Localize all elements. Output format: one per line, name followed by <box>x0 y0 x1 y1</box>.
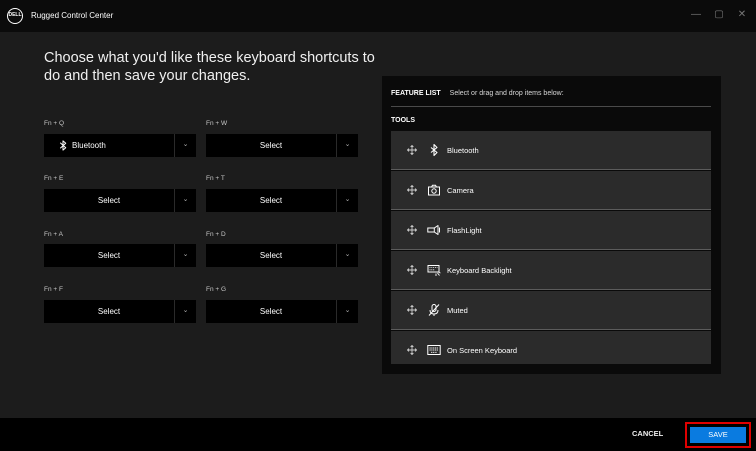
close-button[interactable]: ✕ <box>734 7 750 23</box>
shortcut-label-fn-q: Fn + Q <box>44 120 65 127</box>
tools-section-label: TOOLS <box>391 117 415 124</box>
shortcut-value: Select <box>97 251 121 260</box>
flashlight-icon <box>427 225 440 235</box>
tool-item-on-screen-keyboard[interactable]: On Screen Keyboard <box>391 331 711 364</box>
drag-move-icon[interactable] <box>407 225 417 235</box>
tool-item-keyboard-backlight[interactable]: Keyboard Backlight <box>391 251 711 290</box>
feature-list-panel: FEATURE LIST Select or drag and drop item… <box>382 76 721 374</box>
chevron-down-icon[interactable]: ⌄ <box>175 300 196 323</box>
chevron-down-icon[interactable]: ⌄ <box>175 244 196 267</box>
title-bar: DELL Rugged Control Center — ▢ ✕ <box>0 0 756 32</box>
camera-icon <box>428 184 440 196</box>
tool-label: Camera <box>447 186 474 195</box>
shortcut-select-fn-a[interactable]: Select ⌄ <box>44 244 196 267</box>
feature-list-instruction: Select or drag and drop items below: <box>449 90 564 97</box>
shortcut-label-fn-d: Fn + D <box>206 231 226 238</box>
feature-list-header: FEATURE LIST Select or drag and drop item… <box>391 90 564 97</box>
drag-move-icon[interactable] <box>407 145 417 155</box>
shortcut-value: Select <box>97 307 121 316</box>
shortcut-select-fn-g[interactable]: Select ⌄ <box>206 300 358 323</box>
shortcut-value: Select <box>259 307 283 316</box>
tool-item-bluetooth[interactable]: Bluetooth <box>391 131 711 170</box>
chevron-down-icon[interactable]: ⌄ <box>337 244 358 267</box>
muted-icon <box>428 304 440 316</box>
shortcut-label-fn-t: Fn + T <box>206 175 225 182</box>
tool-item-camera[interactable]: Camera <box>391 171 711 210</box>
cancel-button[interactable]: CANCEL <box>632 429 663 438</box>
chevron-down-icon[interactable]: ⌄ <box>337 134 358 157</box>
shortcut-label-fn-g: Fn + G <box>206 286 227 293</box>
drag-move-icon[interactable] <box>407 185 417 195</box>
drag-move-icon[interactable] <box>407 345 417 355</box>
shortcut-select-fn-w[interactable]: Select ⌄ <box>206 134 358 157</box>
keyboard-backlight-icon <box>427 265 441 276</box>
save-button[interactable]: SAVE <box>690 427 746 443</box>
app-title: Rugged Control Center <box>31 11 114 20</box>
shortcut-select-fn-t[interactable]: Select ⌄ <box>206 189 358 212</box>
tool-label: Keyboard Backlight <box>447 266 512 275</box>
shortcut-value: Bluetooth <box>72 141 106 150</box>
chevron-down-icon[interactable]: ⌄ <box>337 189 358 212</box>
tool-label: FlashLight <box>447 226 482 235</box>
shortcut-value: Select <box>259 196 283 205</box>
chevron-down-icon[interactable]: ⌄ <box>175 189 196 212</box>
shortcut-value: Select <box>259 141 283 150</box>
shortcut-value: Select <box>259 251 283 260</box>
page-heading: Choose what you'd like these keyboard sh… <box>44 50 375 84</box>
shortcut-select-fn-d[interactable]: Select ⌄ <box>206 244 358 267</box>
footer-bar: CANCEL SAVE <box>0 418 756 451</box>
shortcut-select-fn-e[interactable]: Select ⌄ <box>44 189 196 212</box>
shortcut-label-fn-e: Fn + E <box>44 175 64 182</box>
drag-move-icon[interactable] <box>407 265 417 275</box>
tool-label: On Screen Keyboard <box>447 346 518 355</box>
panel-divider <box>391 106 711 107</box>
feature-list-title: FEATURE LIST <box>391 90 441 97</box>
bluetooth-icon <box>430 143 438 157</box>
main-content: Choose what you'd like these keyboard sh… <box>0 32 756 418</box>
minimize-button[interactable]: — <box>688 7 704 23</box>
maximize-button[interactable]: ▢ <box>711 7 727 23</box>
tool-item-muted[interactable]: Muted <box>391 291 711 330</box>
shortcut-label-fn-a: Fn + A <box>44 231 63 238</box>
save-button-highlight: SAVE <box>685 422 751 448</box>
tool-label: Muted <box>447 306 468 315</box>
shortcut-label-fn-w: Fn + W <box>206 120 228 127</box>
shortcut-value: Select <box>97 196 121 205</box>
drag-move-icon[interactable] <box>407 305 417 315</box>
shortcut-select-fn-q[interactable]: Bluetooth ⌄ <box>44 134 196 157</box>
chevron-down-icon[interactable]: ⌄ <box>175 134 196 157</box>
tools-list[interactable]: Bluetooth Camera FlashLight Keyboard Bac… <box>391 131 711 364</box>
chevron-down-icon[interactable]: ⌄ <box>337 300 358 323</box>
dell-logo: DELL <box>7 8 23 24</box>
tool-item-flashlight[interactable]: FlashLight <box>391 211 711 250</box>
shortcut-select-fn-f[interactable]: Select ⌄ <box>44 300 196 323</box>
on-screen-keyboard-icon <box>427 345 441 355</box>
shortcut-label-fn-f: Fn + F <box>44 286 63 293</box>
tool-label: Bluetooth <box>447 146 479 155</box>
